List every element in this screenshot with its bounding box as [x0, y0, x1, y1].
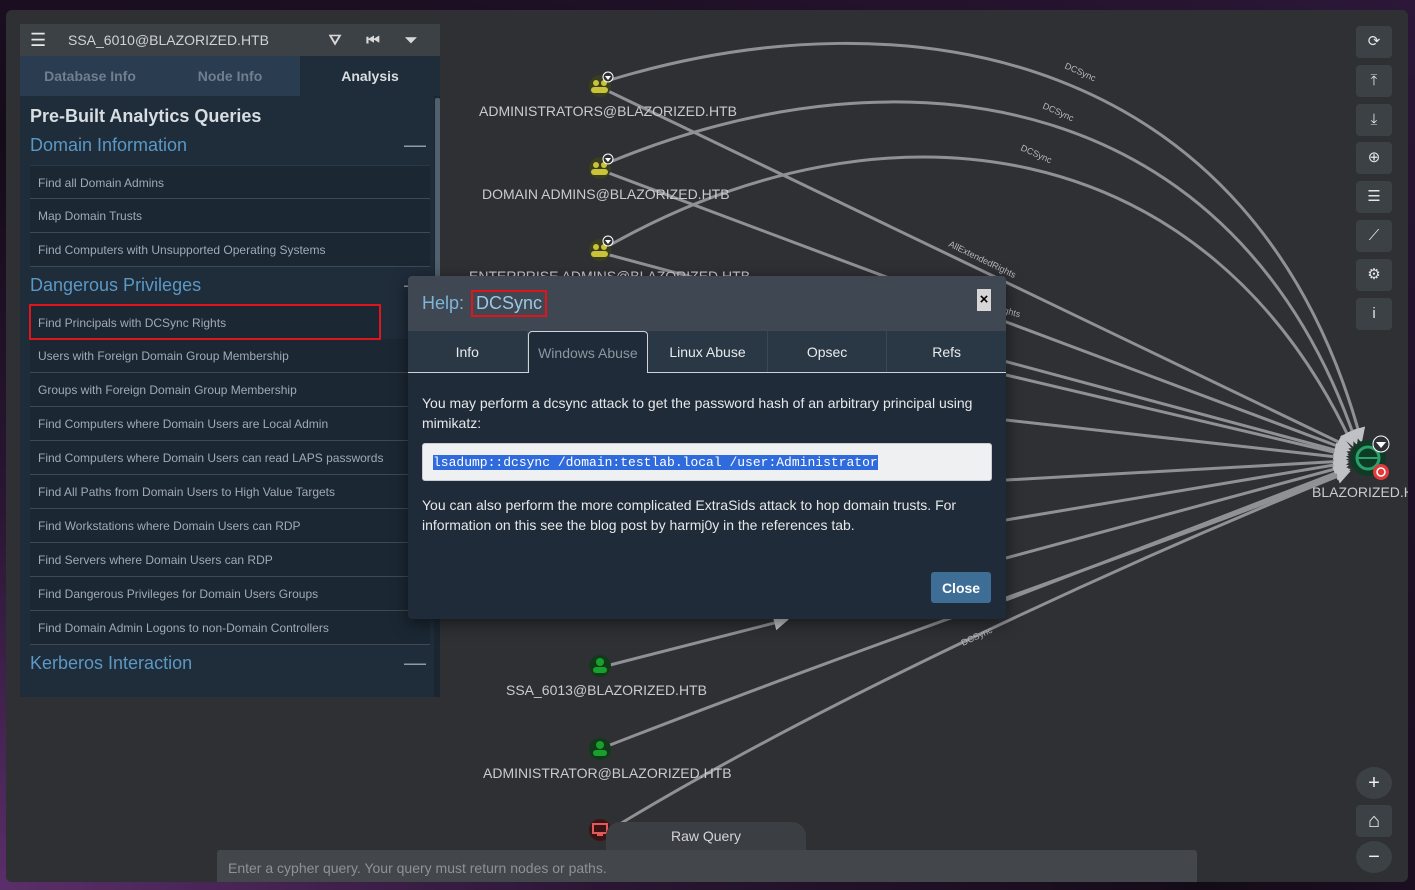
- modal-tabs: Info Windows Abuse Linux Abuse Opsec Ref…: [408, 331, 1006, 373]
- modal-paragraph-1: You may perform a dcsync attack to get t…: [422, 395, 973, 431]
- modal-header: Help: DCSync ×: [408, 276, 1006, 331]
- info-icon[interactable]: i: [1356, 298, 1392, 330]
- dangerous-queries-list: Find Principals with DCSync Rights Users…: [29, 304, 430, 645]
- hamburger-menu-icon[interactable]: ☰: [30, 30, 50, 51]
- help-modal: Help: DCSync × Info Windows Abuse Linux …: [408, 276, 1006, 619]
- node-administrator-icon: [589, 738, 611, 760]
- panel-tabs: Database Info Node Info Analysis: [20, 56, 440, 96]
- query-local-admin[interactable]: Find Computers where Domain Users are Lo…: [30, 407, 430, 441]
- section-kerberos-interaction-label: Kerberos Interaction: [30, 652, 193, 673]
- cypher-query-input[interactable]: [217, 850, 1197, 882]
- query-workstation-rdp[interactable]: Find Workstations where Domain Users can…: [30, 509, 430, 543]
- pathfinding-icon[interactable]: ⛛: [316, 32, 354, 49]
- refresh-icon[interactable]: ⟳: [1356, 26, 1392, 58]
- tab-linux-abuse[interactable]: Linux Abuse: [648, 331, 768, 372]
- query-dcsync-rights[interactable]: Find Principals with DCSync Rights: [29, 304, 381, 340]
- query-find-all-domain-admins[interactable]: Find all Domain Admins: [30, 165, 430, 199]
- section-dangerous-privileges-label: Dangerous Privileges: [30, 274, 202, 295]
- modal-title-prefix: Help:: [422, 293, 465, 313]
- query-map-domain-trusts[interactable]: Map Domain Trusts: [30, 199, 430, 233]
- query-laps[interactable]: Find Computers where Domain Users can re…: [30, 441, 430, 475]
- tab-windows-abuse[interactable]: Windows Abuse: [527, 331, 649, 373]
- query-server-rdp[interactable]: Find Servers where Domain Users can RDP: [30, 543, 430, 577]
- edge-label-dcsync-3: DCSync: [1019, 143, 1054, 166]
- command-codebox[interactable]: lsadump::dcsync /domain:testlab.local /u…: [422, 443, 992, 481]
- modal-paragraph-2: You can also perform the more complicate…: [422, 497, 957, 533]
- tab-analysis[interactable]: Analysis: [300, 56, 440, 96]
- filter-icon[interactable]: ⏷: [392, 32, 430, 49]
- node-label-ssa-6013: SSA_6013@BLAZORIZED.HTB: [506, 682, 707, 698]
- section-dangerous-privileges[interactable]: Dangerous Privileges —: [30, 272, 430, 297]
- current-node-search[interactable]: SSA_6010@BLAZORIZED.HTB: [68, 32, 316, 48]
- domain-queries-list: Find all Domain Admins Map Domain Trusts…: [30, 165, 430, 267]
- query-unsupported-os[interactable]: Find Computers with Unsupported Operatin…: [30, 233, 430, 267]
- modal-title: Help: DCSync: [422, 290, 548, 317]
- edge-label-dcsync-4: DCSync: [960, 625, 995, 648]
- download-icon[interactable]: ⤓: [1356, 104, 1392, 136]
- node-label-domain: BLAZORIZED.HT: [1312, 484, 1408, 500]
- node-domain-admins-icon: [589, 153, 614, 179]
- settings-icon[interactable]: ⚙: [1356, 259, 1392, 291]
- command-text[interactable]: lsadump::dcsync /domain:testlab.local /u…: [433, 455, 878, 470]
- edge-label-dcsync-1: DCSync: [1063, 61, 1098, 84]
- chart-icon[interactable]: ⟋: [1356, 220, 1392, 252]
- query-foreign-group-membership[interactable]: Groups with Foreign Domain Group Members…: [30, 373, 430, 407]
- close-icon[interactable]: ×: [977, 289, 991, 311]
- collapse-icon[interactable]: —: [404, 650, 426, 676]
- raw-query-toggle[interactable]: Raw Query: [606, 822, 806, 852]
- tab-info[interactable]: Info: [408, 331, 528, 372]
- tab-database-info[interactable]: Database Info: [20, 56, 160, 96]
- close-button[interactable]: Close: [931, 572, 991, 603]
- query-dangerous-privileges[interactable]: Find Dangerous Privileges for Domain Use…: [30, 577, 430, 611]
- tab-opsec[interactable]: Opsec: [768, 331, 888, 372]
- checklist-icon[interactable]: ☰: [1356, 181, 1392, 213]
- tab-node-info[interactable]: Node Info: [160, 56, 300, 96]
- node-domain-icon: [1350, 435, 1390, 480]
- modal-body: You may perform a dcsync attack to get t…: [408, 373, 1006, 535]
- upload-icon[interactable]: ⤒: [1356, 65, 1392, 97]
- section-domain-information-label: Domain Information: [30, 134, 188, 155]
- section-kerberos-interaction[interactable]: Kerberos Interaction —: [30, 650, 430, 676]
- home-icon[interactable]: ⌂: [1356, 805, 1392, 837]
- zoom-out-icon[interactable]: −: [1356, 841, 1392, 873]
- query-high-value-paths[interactable]: Find All Paths from Domain Users to High…: [30, 475, 430, 509]
- node-label-administrator: ADMINISTRATOR@BLAZORIZED.HTB: [483, 765, 732, 781]
- panel-body: Pre-Built Analytics Queries Domain Infor…: [20, 96, 440, 697]
- panel-header: ☰ SSA_6010@BLAZORIZED.HTB ⛛ ⏮ ⏷: [20, 24, 440, 56]
- edge-label-dcsync-2: DCSync: [1041, 101, 1076, 124]
- import-icon[interactable]: ⊕: [1356, 142, 1392, 174]
- query-da-logons[interactable]: Find Domain Admin Logons to non-Domain C…: [30, 611, 430, 645]
- edge-ssa-user: [609, 615, 789, 667]
- tab-refs[interactable]: Refs: [887, 331, 1006, 372]
- node-label-administrators: ADMINISTRATORS@BLAZORIZED.HTB: [479, 103, 737, 119]
- analysis-panel: ☰ SSA_6010@BLAZORIZED.HTB ⛛ ⏮ ⏷ Database…: [20, 24, 440, 697]
- query-foreign-user-membership[interactable]: Users with Foreign Domain Group Membersh…: [30, 339, 430, 373]
- node-enterprise-admins-icon: [589, 235, 614, 261]
- collapse-icon[interactable]: —: [404, 132, 426, 158]
- prebuilt-queries-title: Pre-Built Analytics Queries: [30, 106, 262, 126]
- node-ssa-6013-icon: [589, 655, 611, 677]
- node-label-domain-admins: DOMAIN ADMINS@BLAZORIZED.HTB: [482, 186, 730, 202]
- modal-title-edge: DCSync: [471, 290, 548, 317]
- zoom-in-icon[interactable]: +: [1356, 767, 1392, 799]
- section-domain-information[interactable]: Domain Information —: [30, 132, 430, 158]
- back-icon[interactable]: ⏮: [354, 32, 392, 49]
